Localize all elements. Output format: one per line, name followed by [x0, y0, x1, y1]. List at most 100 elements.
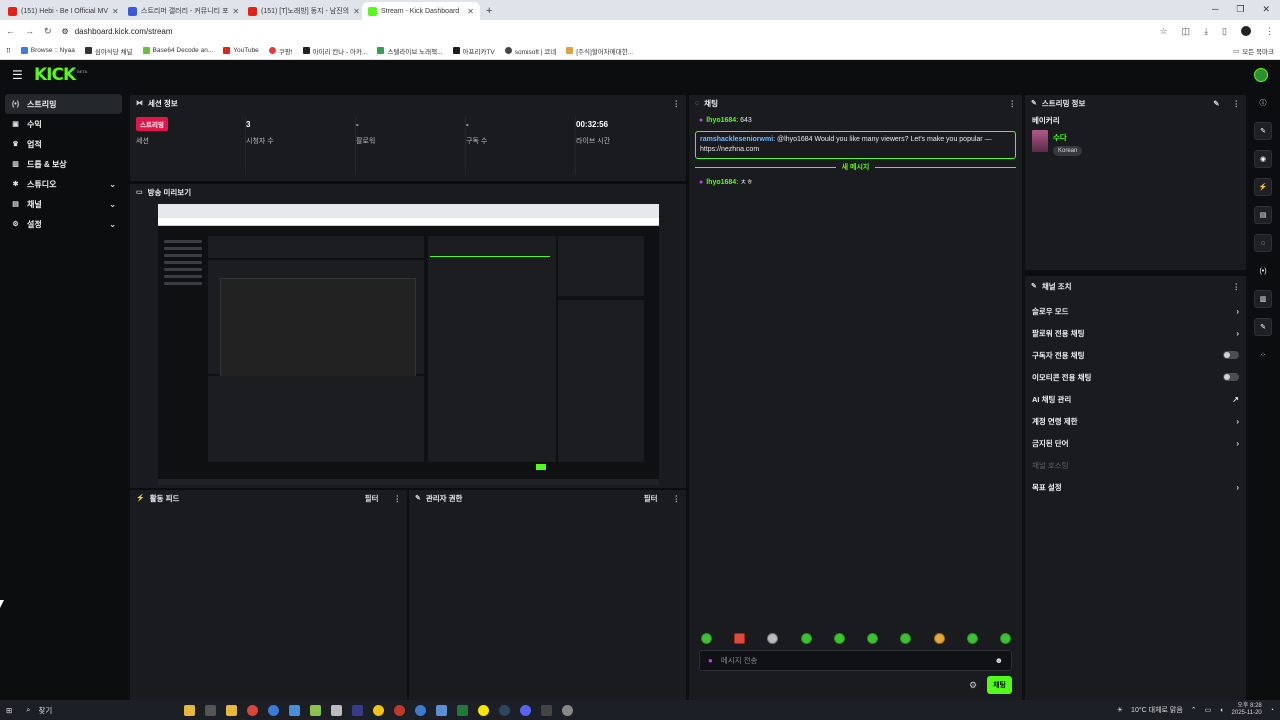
- sidebar-item-achievements[interactable]: ♛ 업적: [5, 134, 122, 154]
- bookmark[interactable]: YouTube: [223, 47, 259, 54]
- chat-username[interactable]: lhyo1684: [706, 117, 736, 124]
- profile-avatar[interactable]: [1241, 26, 1251, 36]
- task-view-icon[interactable]: [205, 704, 217, 716]
- sidebar-item-settings[interactable]: ⚙ 설정 ⌄: [5, 214, 122, 234]
- chat-icon[interactable]: ◌: [1254, 234, 1272, 252]
- edit-icon[interactable]: ✎: [1254, 122, 1272, 140]
- new-tab-button[interactable]: +: [486, 2, 492, 20]
- chat-message[interactable]: ● lhyo1684: 643: [695, 113, 1016, 129]
- apps-icon[interactable]: ⠿: [6, 47, 11, 55]
- broadcast-icon[interactable]: (•): [1254, 262, 1272, 280]
- camera-icon[interactable]: ◉: [1254, 150, 1272, 168]
- taskbar-search[interactable]: ⌕ 찾기: [18, 705, 138, 716]
- sidebar-item-revenue[interactable]: ▣ 수익: [5, 114, 122, 134]
- wrench-icon[interactable]: ✎: [1254, 318, 1272, 336]
- bookmark[interactable]: Base64 Decode an...: [142, 47, 213, 54]
- more-menu-icon[interactable]: ⋮: [673, 99, 681, 108]
- bookmark[interactable]: [주식]헐어차에대한...: [566, 46, 633, 56]
- emote-icon[interactable]: [966, 633, 978, 644]
- bookmark[interactable]: somisoft | 코네: [504, 46, 556, 56]
- emote-icon[interactable]: [701, 633, 712, 644]
- category-thumbnail[interactable]: [1032, 130, 1048, 152]
- app-icon[interactable]: [289, 704, 301, 716]
- kick-logo[interactable]: KICK: [34, 65, 76, 85]
- menu-icon[interactable]: ☰: [12, 68, 26, 82]
- browser-tab[interactable]: (151) [T]노래방] 동지 - 남진의 ✕: [242, 2, 360, 20]
- app-icon[interactable]: [541, 704, 553, 716]
- info-icon[interactable]: ⓘ: [1254, 94, 1272, 112]
- app-icon[interactable]: [268, 704, 280, 716]
- notes-icon[interactable]: ▤: [1254, 206, 1272, 224]
- app-icon[interactable]: [436, 704, 448, 716]
- reload-icon[interactable]: ↻: [44, 26, 52, 37]
- sidepanel-icon[interactable]: ▯: [1222, 26, 1227, 37]
- maximize-icon[interactable]: ❐: [1236, 4, 1244, 15]
- folder-icon[interactable]: [226, 704, 238, 716]
- app-icon[interactable]: [352, 704, 364, 716]
- app-icon[interactable]: [415, 704, 427, 716]
- bookmark[interactable]: Browse :: Nyaa: [20, 47, 75, 54]
- nodes-icon[interactable]: ⁘: [1254, 346, 1272, 364]
- user-avatar[interactable]: [1254, 68, 1268, 82]
- network-icon[interactable]: ▭: [1205, 706, 1212, 714]
- filter-button[interactable]: 필터: [365, 493, 379, 504]
- ai-moderation-item[interactable]: AI 채팅 관리 ↗: [1025, 388, 1246, 410]
- chrome-icon[interactable]: [247, 704, 259, 716]
- filter-button[interactable]: 필터: [644, 493, 658, 504]
- browser-tab[interactable]: 스트리머 갤러리 - 커뮤니티 포 ✕: [122, 2, 240, 20]
- kakao-icon[interactable]: [478, 704, 490, 716]
- emote-icon[interactable]: [767, 633, 779, 644]
- chat-username[interactable]: ramshackleseniorwmi: [700, 136, 773, 143]
- clock[interactable]: 오후 8:28 2025-11-20: [1232, 703, 1262, 717]
- app-icon[interactable]: [310, 704, 322, 716]
- banned-words-item[interactable]: 금지된 단어 ›: [1025, 432, 1246, 454]
- volume-icon[interactable]: ◖: [1219, 707, 1223, 714]
- sidebar-item-streaming[interactable]: (•) 스트리밍: [5, 94, 122, 114]
- slow-mode-item[interactable]: 슬로우 모드 ›: [1025, 300, 1246, 322]
- bookmark[interactable]: 심야식당 채널: [84, 46, 133, 56]
- more-menu-icon[interactable]: ⋮: [1233, 282, 1241, 291]
- emote-icon[interactable]: [800, 633, 812, 644]
- app-icon[interactable]: [331, 704, 343, 716]
- bookmark[interactable]: 아이리 칸나 - 아카...: [302, 46, 367, 56]
- browser-tab[interactable]: (151) Hebi - Be I Official MV ✕: [2, 2, 120, 20]
- discord-icon[interactable]: [520, 704, 532, 716]
- steam-icon[interactable]: [499, 704, 511, 716]
- emoji-icon[interactable]: ☻: [995, 656, 1003, 665]
- goal-setting-item[interactable]: 목표 설정 ›: [1025, 476, 1246, 498]
- back-icon[interactable]: ←: [6, 26, 15, 36]
- emote-only-toggle[interactable]: [1223, 373, 1239, 381]
- bolt-icon[interactable]: ⚡: [1254, 178, 1272, 196]
- chat-message-highlighted[interactable]: ramshackleseniorwmi: @lhyo1684 Would you…: [695, 131, 1016, 159]
- minimize-icon[interactable]: ─: [1212, 4, 1218, 15]
- sidebar-item-channel[interactable]: ▤ 채널 ⌄: [5, 194, 122, 214]
- sidebar-item-drops[interactable]: ▥ 드롭 & 보상: [5, 154, 122, 174]
- close-window-icon[interactable]: ✕: [1262, 4, 1270, 15]
- chat-settings-icon[interactable]: ⚙: [969, 680, 977, 691]
- forward-icon[interactable]: →: [25, 26, 34, 36]
- app-icon[interactable]: [394, 704, 406, 716]
- send-chat-button[interactable]: 채팅: [987, 676, 1012, 694]
- subscribers-only-toggle[interactable]: [1223, 351, 1239, 359]
- chat-message[interactable]: ● lhyo1684: ㅊㅎ: [695, 175, 1016, 191]
- preview-video[interactable]: [158, 204, 659, 485]
- download-icon[interactable]: ⤓: [1204, 26, 1208, 37]
- followers-only-item[interactable]: 팔로워 전용 채팅 ›: [1025, 322, 1246, 344]
- site-info-icon[interactable]: ⚙: [62, 27, 69, 36]
- more-menu-icon[interactable]: ⋮: [1233, 99, 1241, 108]
- weather-text[interactable]: 10°C 대체로 맑음: [1131, 705, 1183, 715]
- browser-tab-active[interactable]: Stream - Kick Dashboard ✕: [362, 2, 480, 20]
- more-menu-icon[interactable]: ⋮: [1009, 99, 1017, 108]
- emote-icon[interactable]: [999, 633, 1011, 644]
- bookmark[interactable]: 아프리카TV: [452, 46, 495, 56]
- emote-icon[interactable]: [933, 633, 945, 644]
- settings-icon[interactable]: [562, 704, 574, 716]
- more-menu-icon[interactable]: ⋮: [394, 494, 402, 503]
- tray-arrow-icon[interactable]: ⌃: [1191, 706, 1197, 714]
- more-menu-icon[interactable]: ⋮: [1265, 26, 1274, 37]
- emote-icon[interactable]: [900, 633, 912, 644]
- start-icon[interactable]: ⊞: [6, 706, 12, 715]
- app-icon[interactable]: [373, 704, 385, 716]
- edit-icon[interactable]: ✎: [1213, 99, 1219, 108]
- close-icon[interactable]: ✕: [232, 7, 239, 16]
